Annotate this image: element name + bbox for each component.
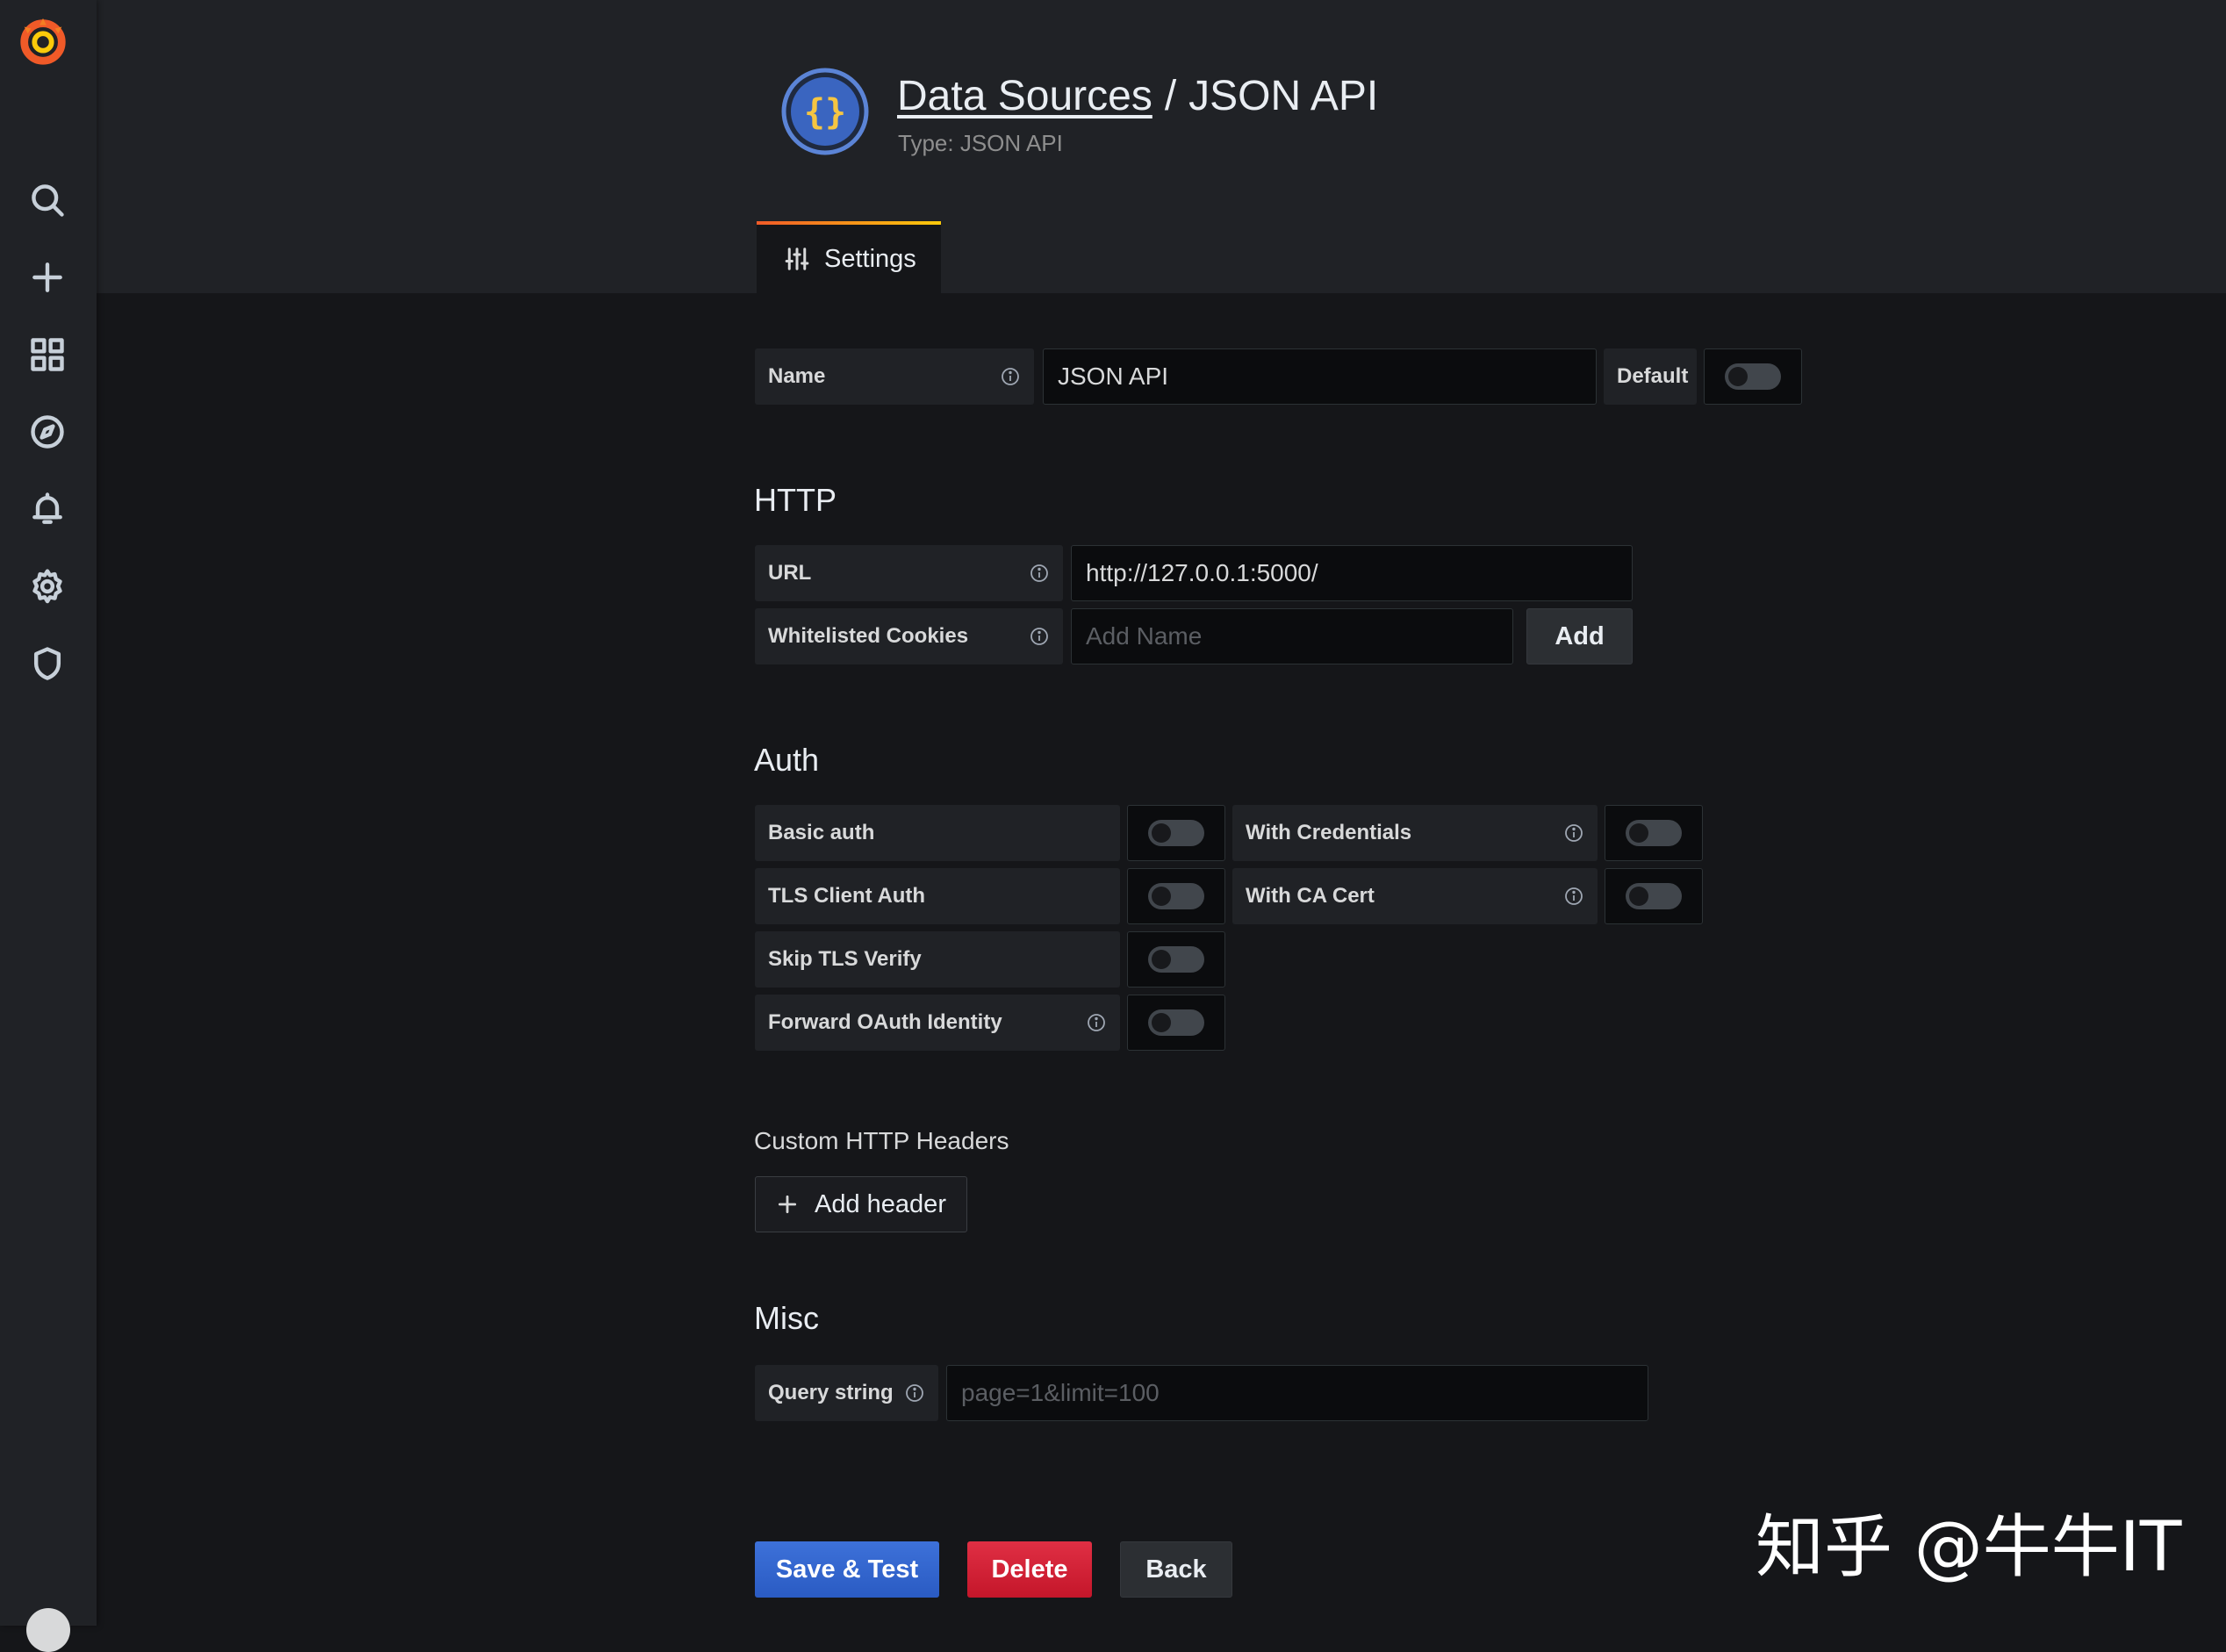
grafana-logo-icon[interactable] (16, 13, 70, 68)
whitelisted-cookies-label-text: Whitelisted Cookies (768, 624, 969, 648)
tls-client-auth-label: TLS Client Auth (755, 868, 1120, 924)
with-ca-cert-label-text: With CA Cert (1246, 884, 1375, 908)
explore-compass-icon[interactable] (25, 409, 70, 455)
info-icon[interactable] (1564, 823, 1583, 843)
switch-toggle (1148, 883, 1204, 909)
sliders-icon (785, 248, 809, 270)
with-credentials-switch[interactable] (1605, 805, 1703, 861)
with-credentials-label-text: With Credentials (1246, 821, 1412, 844)
skip-tls-verify-switch[interactable] (1127, 931, 1225, 988)
with-ca-cert-label: With CA Cert (1232, 868, 1598, 924)
forward-oauth-switch[interactable] (1127, 995, 1225, 1051)
page-title: Data Sources / JSON API (897, 72, 1378, 120)
datasource-title: JSON API (1188, 73, 1379, 119)
add-cookie-button[interactable]: Add (1526, 608, 1633, 664)
info-icon[interactable] (905, 1383, 924, 1403)
switch-toggle (1626, 883, 1682, 909)
info-icon[interactable] (1087, 1013, 1106, 1032)
save-test-button[interactable]: Save & Test (755, 1541, 939, 1598)
plus-icon[interactable] (25, 255, 70, 300)
forward-oauth-label: Forward OAuth Identity (755, 995, 1120, 1051)
watermark: 知乎 @牛牛IT (1756, 1508, 2182, 1587)
with-ca-cert-switch[interactable] (1605, 868, 1703, 924)
alerting-bell-icon[interactable] (25, 486, 70, 532)
info-icon[interactable] (1001, 367, 1020, 386)
basic-auth-switch[interactable] (1127, 805, 1225, 861)
delete-button[interactable]: Delete (967, 1541, 1092, 1598)
info-icon[interactable] (1030, 564, 1049, 583)
switch-toggle (1148, 946, 1204, 973)
info-icon[interactable] (1564, 887, 1583, 906)
default-label: Default (1604, 348, 1697, 405)
plus-icon (778, 1195, 797, 1214)
default-switch[interactable] (1704, 348, 1802, 405)
query-string-label: Query string (755, 1365, 938, 1421)
dashboards-icon[interactable] (25, 332, 70, 377)
query-string-input[interactable]: page=1&limit=100 (946, 1365, 1648, 1421)
misc-section-title: Misc (754, 1300, 819, 1336)
url-label-text: URL (768, 561, 812, 585)
with-credentials-label: With Credentials (1232, 805, 1598, 861)
query-string-label-text: Query string (768, 1381, 894, 1404)
switch-toggle (1725, 363, 1781, 390)
basic-auth-label: Basic auth (755, 805, 1120, 861)
name-label: Name (755, 348, 1034, 405)
http-section-title: HTTP (754, 482, 837, 518)
tls-client-auth-switch[interactable] (1127, 868, 1225, 924)
tab-settings-label: Settings (824, 244, 916, 273)
side-menu (0, 0, 97, 1652)
custom-headers-title: Custom HTTP Headers (754, 1127, 1009, 1154)
json-api-datasource-logo: {} (781, 68, 869, 155)
page-header (97, 0, 2226, 293)
switch-toggle (1148, 820, 1204, 846)
server-admin-shield-icon[interactable] (25, 641, 70, 686)
switch-toggle (1148, 1009, 1204, 1036)
forward-oauth-label-text: Forward OAuth Identity (768, 1010, 1002, 1034)
add-header-button[interactable]: Add header (755, 1176, 967, 1232)
info-icon[interactable] (1030, 627, 1049, 646)
url-input[interactable]: http://127.0.0.1:5000/ (1071, 545, 1633, 601)
back-button[interactable]: Back (1120, 1541, 1232, 1598)
tab-settings[interactable]: Settings (757, 221, 941, 293)
datasource-type-subtitle: Type: JSON API (898, 130, 1063, 156)
configuration-gear-icon[interactable] (25, 564, 70, 609)
name-label-text: Name (768, 364, 826, 388)
auth-section-title: Auth (754, 742, 820, 778)
search-icon[interactable] (25, 177, 70, 223)
name-input[interactable]: JSON API (1043, 348, 1597, 405)
whitelisted-cookies-label: Whitelisted Cookies (755, 608, 1063, 664)
svg-text:{}: {} (804, 92, 846, 133)
user-avatar[interactable] (26, 1608, 70, 1652)
breadcrumb-data-sources-link[interactable]: Data Sources (897, 73, 1152, 119)
url-label: URL (755, 545, 1063, 601)
whitelisted-cookies-input[interactable]: Add Name (1071, 608, 1513, 664)
skip-tls-verify-label: Skip TLS Verify (755, 931, 1120, 988)
switch-toggle (1626, 820, 1682, 846)
add-header-label: Add header (815, 1189, 946, 1218)
breadcrumb-separator: / (1164, 73, 1177, 119)
